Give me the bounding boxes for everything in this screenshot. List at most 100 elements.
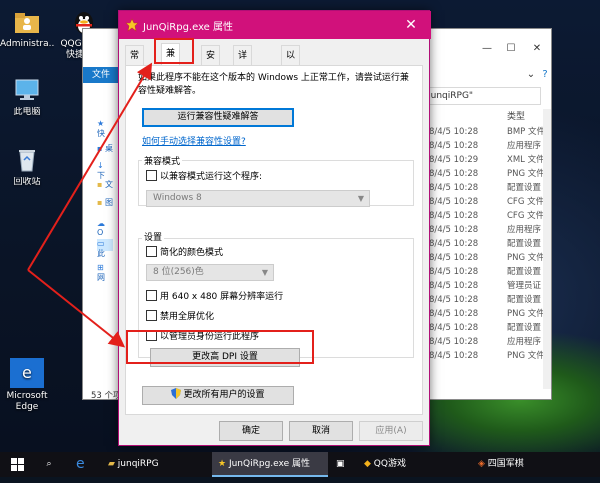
nav-item-network[interactable]: ⊞ 网 xyxy=(97,263,113,282)
ok-button[interactable]: 确定 xyxy=(219,421,283,441)
siguo-junqi-icon: ◈ xyxy=(478,459,485,469)
computer-icon xyxy=(13,76,41,104)
checkbox-label: 禁用全屏优化 xyxy=(160,312,215,322)
search-icon[interactable]: ⌕ xyxy=(38,452,60,477)
shield-icon xyxy=(171,388,182,406)
dialog-titlebar[interactable]: JunQiRpg.exe 属性 ✕ xyxy=(119,11,431,39)
checkbox-label: 用 640 x 480 屏幕分辨率运行 xyxy=(160,292,284,302)
resolution-checkbox[interactable]: 用 640 x 480 屏幕分辨率运行 xyxy=(146,290,283,303)
nav-item-desktop[interactable]: ▪ 桌 xyxy=(97,143,113,155)
taskbar-item-qqgame[interactable]: ◆ QQ游戏 xyxy=(364,452,454,477)
list-item[interactable]: 8/4/5 10:28 应用程序 xyxy=(429,223,541,237)
nav-item-downloads[interactable]: ↓ 下 xyxy=(97,161,113,180)
chevron-down-icon: ▼ xyxy=(261,268,268,277)
settings-label: 设置 xyxy=(142,230,165,243)
desktop-icon-edge[interactable]: e Microsoft Edge xyxy=(0,358,54,413)
select-value: Windows 8 xyxy=(153,193,202,203)
nav-item-onedrive[interactable]: ☁ O xyxy=(97,219,113,237)
nav-item-documents[interactable]: ▪ 文 xyxy=(97,179,113,191)
color-mode-select[interactable]: 8 位(256)色 ▼ xyxy=(146,264,274,281)
taskbar-item-properties[interactable]: ★ JunQiRpg.exe 属性 xyxy=(212,452,328,477)
list-item[interactable]: 8/4/5 10:28 配置设置 xyxy=(429,237,541,251)
compat-mode-label: 兼容模式 xyxy=(142,154,183,167)
taskbar-item-siguo[interactable]: ◈ 四国军棋 xyxy=(478,452,568,477)
reduced-color-checkbox[interactable]: 简化的颜色模式 xyxy=(146,246,223,259)
close-icon[interactable]: ✕ xyxy=(393,11,429,39)
desktop-icon-recycle-bin[interactable]: 回收站 xyxy=(0,146,54,188)
list-item[interactable]: 8/4/5 10:28 配置设置 xyxy=(429,321,541,335)
taskbar-item-label: QQ游戏 xyxy=(373,459,406,469)
tab-details[interactable]: 详细信息 xyxy=(233,45,253,121)
list-item[interactable]: 8/4/5 10:28 BMP 文件 xyxy=(429,125,545,139)
column-header-type[interactable]: 类型 xyxy=(507,109,525,122)
list-item[interactable]: 8/4/5 10:28 PNG 文件 xyxy=(429,251,545,265)
list-item[interactable]: 8/4/5 10:28 应用程序 xyxy=(429,139,541,153)
manual-settings-link[interactable]: 如何手动选择兼容性设置? xyxy=(142,134,246,147)
desktop-icon-label: 此电脑 xyxy=(13,107,41,117)
button-label: 更改所有用户的设置 xyxy=(183,390,265,400)
list-item[interactable]: 8/4/5 10:29 XML 文件 xyxy=(429,153,545,167)
edge-taskbar-icon[interactable]: e xyxy=(76,452,94,477)
list-item[interactable]: 8/4/5 10:28 PNG 文件 xyxy=(429,307,545,321)
help-icon[interactable]: ? xyxy=(537,69,553,81)
run-troubleshooter-button[interactable]: 运行兼容性疑难解答 xyxy=(142,108,294,127)
scrollbar[interactable] xyxy=(543,109,551,389)
nav-item-pictures[interactable]: ▪ 图 xyxy=(97,197,113,209)
ribbon-file-tab[interactable]: 文件 xyxy=(83,67,119,83)
desktop-icon-administrator[interactable]: Administra... xyxy=(0,8,54,50)
compat-mode-checkbox[interactable]: 以兼容模式运行这个程序: xyxy=(146,170,262,183)
chevron-down-icon: ▼ xyxy=(357,194,364,203)
start-button[interactable] xyxy=(6,452,32,477)
nav-item-quick-access[interactable]: ★ 快 xyxy=(97,119,113,138)
list-item[interactable]: 8/4/5 10:28 CFG 文件 xyxy=(429,209,544,223)
svg-text:e: e xyxy=(22,363,32,382)
checkbox-icon xyxy=(146,246,157,257)
navigation-pane: ★ 快 ▪ 桌 ↓ 下 ▪ 文 ▪ 图 ☁ O ▭ 此 ⊞ 网 xyxy=(83,109,119,399)
list-item[interactable]: 8/4/5 10:28 管理员证 xyxy=(429,279,541,293)
checkbox-icon xyxy=(146,310,157,321)
desktop-icon-label: Administra... xyxy=(0,39,54,49)
list-item[interactable]: 8/4/5 10:28 应用程序 xyxy=(429,335,541,349)
minimize-icon[interactable]: — xyxy=(479,43,495,55)
desktop-icon-this-pc[interactable]: 此电脑 xyxy=(0,76,54,118)
maximize-icon[interactable]: ☐ xyxy=(503,43,519,55)
user-folder-icon xyxy=(13,8,41,36)
tab-security[interactable]: 安全 xyxy=(201,45,221,81)
taskbar-item-label: junqiRPG xyxy=(117,459,159,469)
fullscreen-opt-checkbox[interactable]: 禁用全屏优化 xyxy=(146,310,214,323)
list-item[interactable]: 8/4/5 10:28 PNG 文件 xyxy=(429,167,545,181)
compatibility-description: 如果此程序不能在这个版本的 Windows 上正常工作，请尝试运行兼容性疑难解答… xyxy=(138,73,409,96)
junqi-app-icon: ★ xyxy=(218,459,227,469)
checkbox-label: 简化的颜色模式 xyxy=(160,248,224,258)
list-item[interactable]: 8/4/5 10:28 配置设置 xyxy=(429,181,541,195)
qq-game-icon: ◆ xyxy=(364,459,371,469)
change-all-users-button[interactable]: 更改所有用户的设置 xyxy=(142,386,294,405)
taskbar-item-label: JunQiRpg.exe 属性 xyxy=(228,459,310,469)
list-item[interactable]: 8/4/5 10:28 CFG 文件 xyxy=(429,195,544,209)
list-item[interactable]: 8/4/5 10:28 配置设置 xyxy=(429,265,541,279)
nav-item-this-pc[interactable]: ▭ 此 xyxy=(97,239,113,258)
dialog-title: JunQiRpg.exe 属性 xyxy=(143,22,234,33)
checkbox-icon xyxy=(146,290,157,301)
desktop-icon-label: 回收站 xyxy=(13,177,41,187)
list-item[interactable]: 8/4/5 10:28 配置设置 xyxy=(429,293,541,307)
apply-button[interactable]: 应用(A) xyxy=(359,421,423,441)
select-value: 8 位(256)色 xyxy=(153,267,204,277)
close-icon[interactable]: ✕ xyxy=(529,43,545,55)
folder-icon: ▰ xyxy=(108,459,115,469)
store-icon[interactable]: ▣ xyxy=(336,452,354,477)
checkbox-label: 以兼容模式运行这个程序: xyxy=(160,172,263,182)
taskbar: ⌕ e ▰ junqiRPG ★ JunQiRpg.exe 属性 ▣ ◆ QQ游… xyxy=(0,452,600,477)
cancel-button[interactable]: 取消 xyxy=(289,421,353,441)
tab-general[interactable]: 常规 xyxy=(125,45,145,81)
desktop-icon-label: Microsoft Edge xyxy=(6,391,48,412)
edge-icon: e xyxy=(10,358,44,388)
list-item[interactable]: 8/4/5 10:28 PNG 文件 xyxy=(429,349,545,363)
compat-mode-select[interactable]: Windows 8 ▼ xyxy=(146,190,370,207)
taskbar-item-junqirpg[interactable]: ▰ junqiRPG xyxy=(104,452,204,477)
recycle-bin-icon xyxy=(13,146,41,174)
search-input[interactable]: "junqiRPG" xyxy=(419,87,541,105)
windows-icon xyxy=(11,458,24,471)
junqi-app-icon xyxy=(125,18,139,32)
tab-previous-versions[interactable]: 以前的版本 xyxy=(281,45,301,141)
